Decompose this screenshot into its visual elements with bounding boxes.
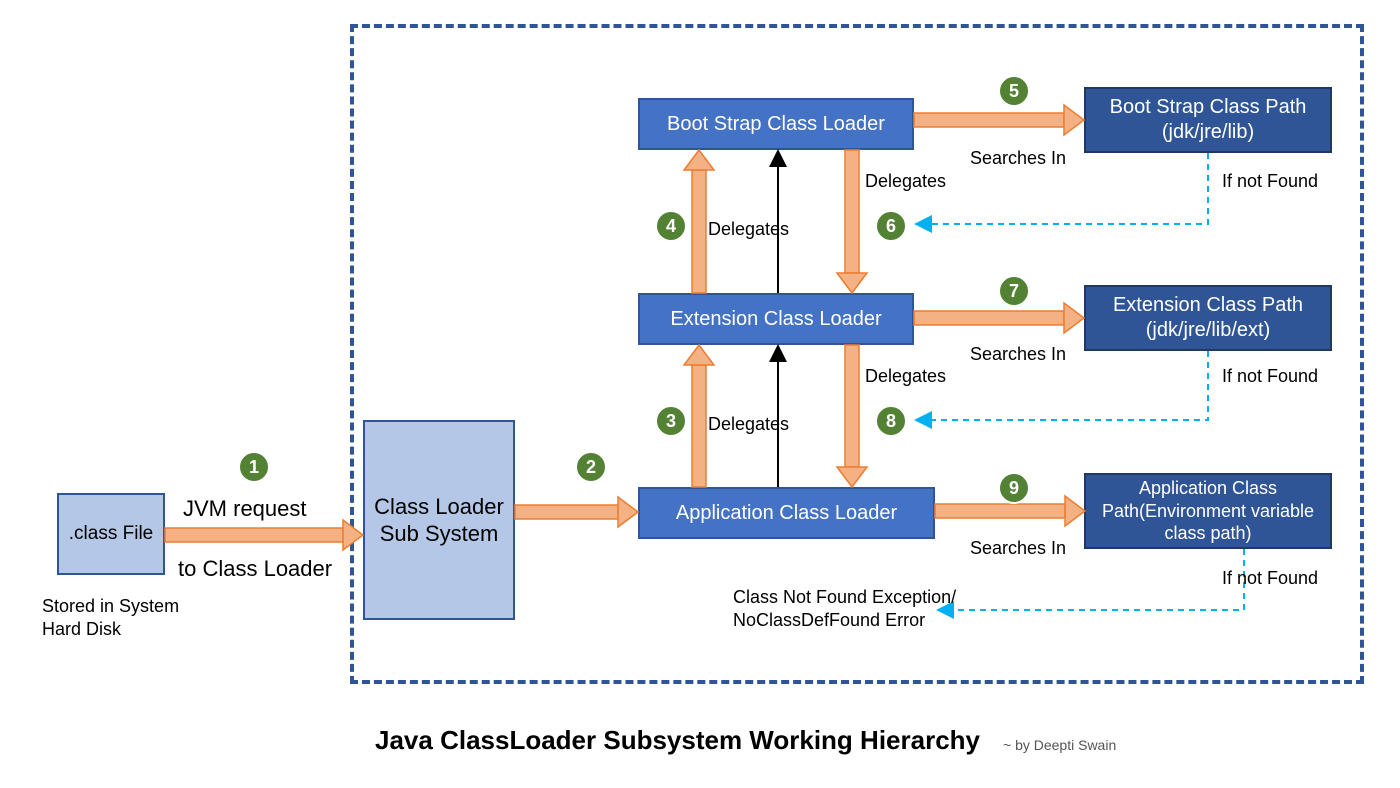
badge-5: 5 <box>998 75 1030 107</box>
badge-7: 7 <box>998 275 1030 307</box>
box-class-file: .class File <box>57 493 165 575</box>
arrow-1 <box>165 520 363 550</box>
box-ext-path: Extension Class Path (jdk/jre/lib/ext) <box>1084 285 1332 351</box>
label-delegates-4: Delegates <box>708 218 789 241</box>
label-notfound-1: If not Found <box>1222 170 1318 193</box>
box-boot-path: Boot Strap Class Path (jdk/jre/lib) <box>1084 87 1332 153</box>
box-extension: Extension Class Loader <box>638 293 914 345</box>
label-delegates-8: Delegates <box>865 365 946 388</box>
badge-4: 4 <box>655 210 687 242</box>
box-app-path: Application Class Path(Environment varia… <box>1084 473 1332 549</box>
label-stored-note: Stored in System Hard Disk <box>42 595 179 642</box>
diagram-byline: ~ by Deepti Swain <box>1003 737 1116 753</box>
label-notfound-3: If not Found <box>1222 567 1318 590</box>
box-bootstrap: Boot Strap Class Loader <box>638 98 914 150</box>
box-classloader-subsystem: Class Loader Sub System <box>363 420 515 620</box>
badge-9: 9 <box>998 472 1030 504</box>
label-searches-5: Searches In <box>970 147 1066 170</box>
label-searches-7: Searches In <box>970 343 1066 366</box>
badge-3: 3 <box>655 405 687 437</box>
label-delegates-6: Delegates <box>865 170 946 193</box>
diagram-title: Java ClassLoader Subsystem Working Hiera… <box>375 725 980 756</box>
label-jvm-request: JVM request <box>183 495 307 524</box>
badge-6: 6 <box>875 210 907 242</box>
label-delegates-34: Delegates <box>708 413 789 436</box>
box-application: Application Class Loader <box>638 487 935 539</box>
label-searches-9: Searches In <box>970 537 1066 560</box>
badge-8: 8 <box>875 405 907 437</box>
badge-1: 1 <box>238 451 270 483</box>
diagram-canvas: .class File Stored in System Hard Disk C… <box>0 0 1400 788</box>
label-notfound-2: If not Found <box>1222 365 1318 388</box>
label-cnf: Class Not Found Exception/ NoClassDefFou… <box>733 586 956 633</box>
badge-2: 2 <box>575 451 607 483</box>
label-to-classloader: to Class Loader <box>178 555 332 584</box>
